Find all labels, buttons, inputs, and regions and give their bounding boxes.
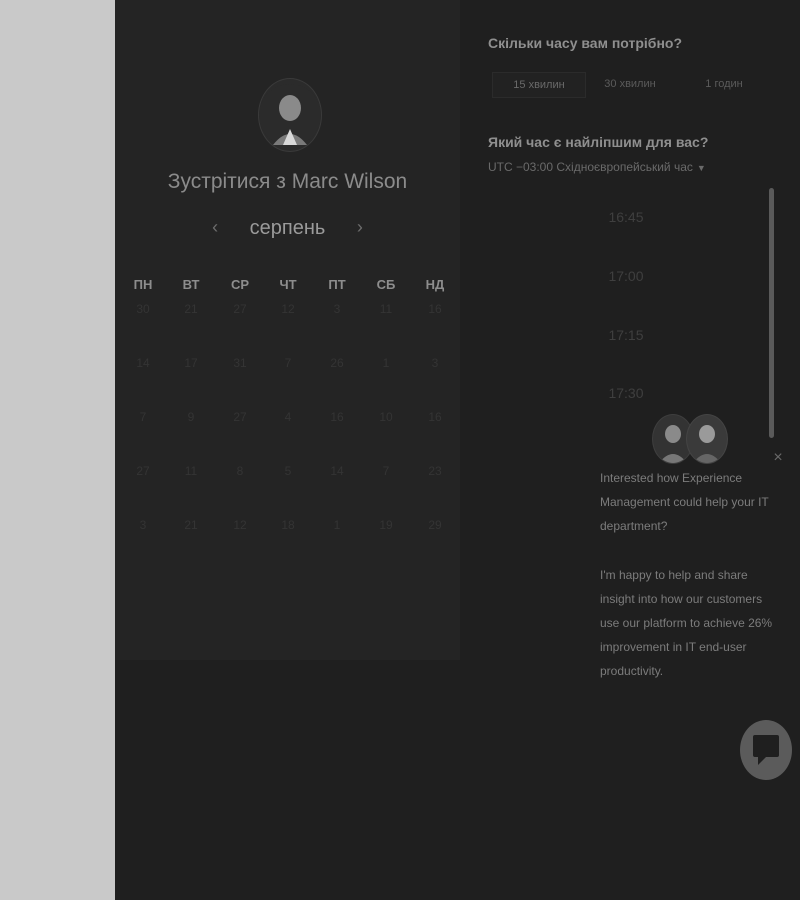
calendar-day[interactable]: 27: [222, 302, 258, 316]
calendar-day[interactable]: 27: [125, 464, 161, 478]
calendar-panel: Зустрітися з Marc Wilson ‹ серпень › ПН …: [115, 0, 460, 660]
duration-option-15-min[interactable]: 15 хвилин: [492, 72, 586, 98]
scrollbar-thumb[interactable]: [769, 188, 774, 438]
chat-launcher-button[interactable]: [740, 720, 792, 780]
time-slot[interactable]: 17:00: [581, 268, 671, 284]
weekday-header: ПН: [133, 277, 153, 292]
calendar-day[interactable]: 18: [270, 518, 306, 532]
calendar-day[interactable]: 4: [270, 410, 306, 424]
close-icon[interactable]: ×: [769, 449, 787, 467]
calendar-day[interactable]: 11: [368, 302, 404, 316]
meeting-title: Зустрітися з Marc Wilson: [167, 170, 408, 193]
calendar-day[interactable]: 12: [222, 518, 258, 532]
time-slot[interactable]: 16:45: [581, 209, 671, 225]
weekday-header: СБ: [376, 277, 396, 292]
chevron-left-icon[interactable]: ‹: [200, 217, 230, 238]
calendar-day[interactable]: 8: [222, 464, 258, 478]
calendar-day[interactable]: 21: [173, 518, 209, 532]
weekday-header: ПТ: [328, 277, 346, 292]
weekday-header: ВТ: [182, 277, 200, 292]
calendar-day[interactable]: 7: [270, 356, 306, 370]
calendar-day[interactable]: 14: [319, 464, 355, 478]
calendar-day[interactable]: 31: [222, 356, 258, 370]
duration-question: Скільки часу вам потрібно?: [488, 35, 683, 51]
calendar-day[interactable]: 3: [125, 518, 161, 532]
month-label: серпень: [249, 217, 326, 239]
duration-option-1-hour[interactable]: 1 годин: [678, 72, 770, 96]
calendar-day[interactable]: 16: [417, 410, 453, 424]
chevron-right-icon[interactable]: ›: [345, 217, 375, 238]
chat-agent-avatar: [686, 414, 728, 464]
calendar-day[interactable]: 9: [173, 410, 209, 424]
calendar-day[interactable]: 30: [125, 302, 161, 316]
calendar-day[interactable]: 21: [173, 302, 209, 316]
calendar-day[interactable]: 29: [417, 518, 453, 532]
duration-option-30-min[interactable]: 30 хвилин: [584, 72, 676, 96]
calendar-day[interactable]: 16: [417, 302, 453, 316]
caret-down-icon: ▼: [696, 163, 706, 173]
chat-message: I'm happy to help and share insight into…: [600, 568, 773, 678]
time-slot[interactable]: 17:15: [581, 327, 671, 343]
calendar-day[interactable]: 1: [319, 518, 355, 532]
month-navigation: ‹ серпень ›: [115, 217, 460, 240]
timezone-select[interactable]: UTC −03:00 Східноєвропейський час ▼: [488, 160, 706, 174]
calendar-day[interactable]: 10: [368, 410, 404, 424]
calendar-day[interactable]: 1: [368, 356, 404, 370]
chat-bubble-icon: [753, 735, 779, 765]
calendar-day[interactable]: 3: [319, 302, 355, 316]
calendar-day[interactable]: 7: [368, 464, 404, 478]
calendar-day[interactable]: 12: [270, 302, 306, 316]
scheduling-app: Зустрітися з Marc Wilson ‹ серпень › ПН …: [115, 0, 800, 900]
timezone-value: UTC −03:00 Східноєвропейський час: [488, 160, 693, 174]
time-slot[interactable]: 17:30: [581, 385, 671, 401]
calendar-day[interactable]: 7: [125, 410, 161, 424]
calendar-day[interactable]: 26: [319, 356, 355, 370]
calendar-day[interactable]: 19: [368, 518, 404, 532]
weekday-header: ЧТ: [279, 277, 297, 292]
calendar-day[interactable]: 23: [417, 464, 453, 478]
calendar-day[interactable]: 5: [270, 464, 306, 478]
calendar-day[interactable]: 14: [125, 356, 161, 370]
calendar-day[interactable]: 17: [173, 356, 209, 370]
time-question: Який час є найліпшим для вас?: [488, 134, 709, 150]
weekday-header: НД: [425, 277, 445, 292]
chat-message: Interested how Experience Management cou…: [600, 471, 769, 533]
calendar-day[interactable]: 16: [319, 410, 355, 424]
calendar-day[interactable]: 11: [173, 464, 209, 478]
host-avatar: [258, 78, 322, 152]
calendar-day[interactable]: 3: [417, 356, 453, 370]
calendar-day[interactable]: 27: [222, 410, 258, 424]
weekday-header: СР: [230, 277, 250, 292]
